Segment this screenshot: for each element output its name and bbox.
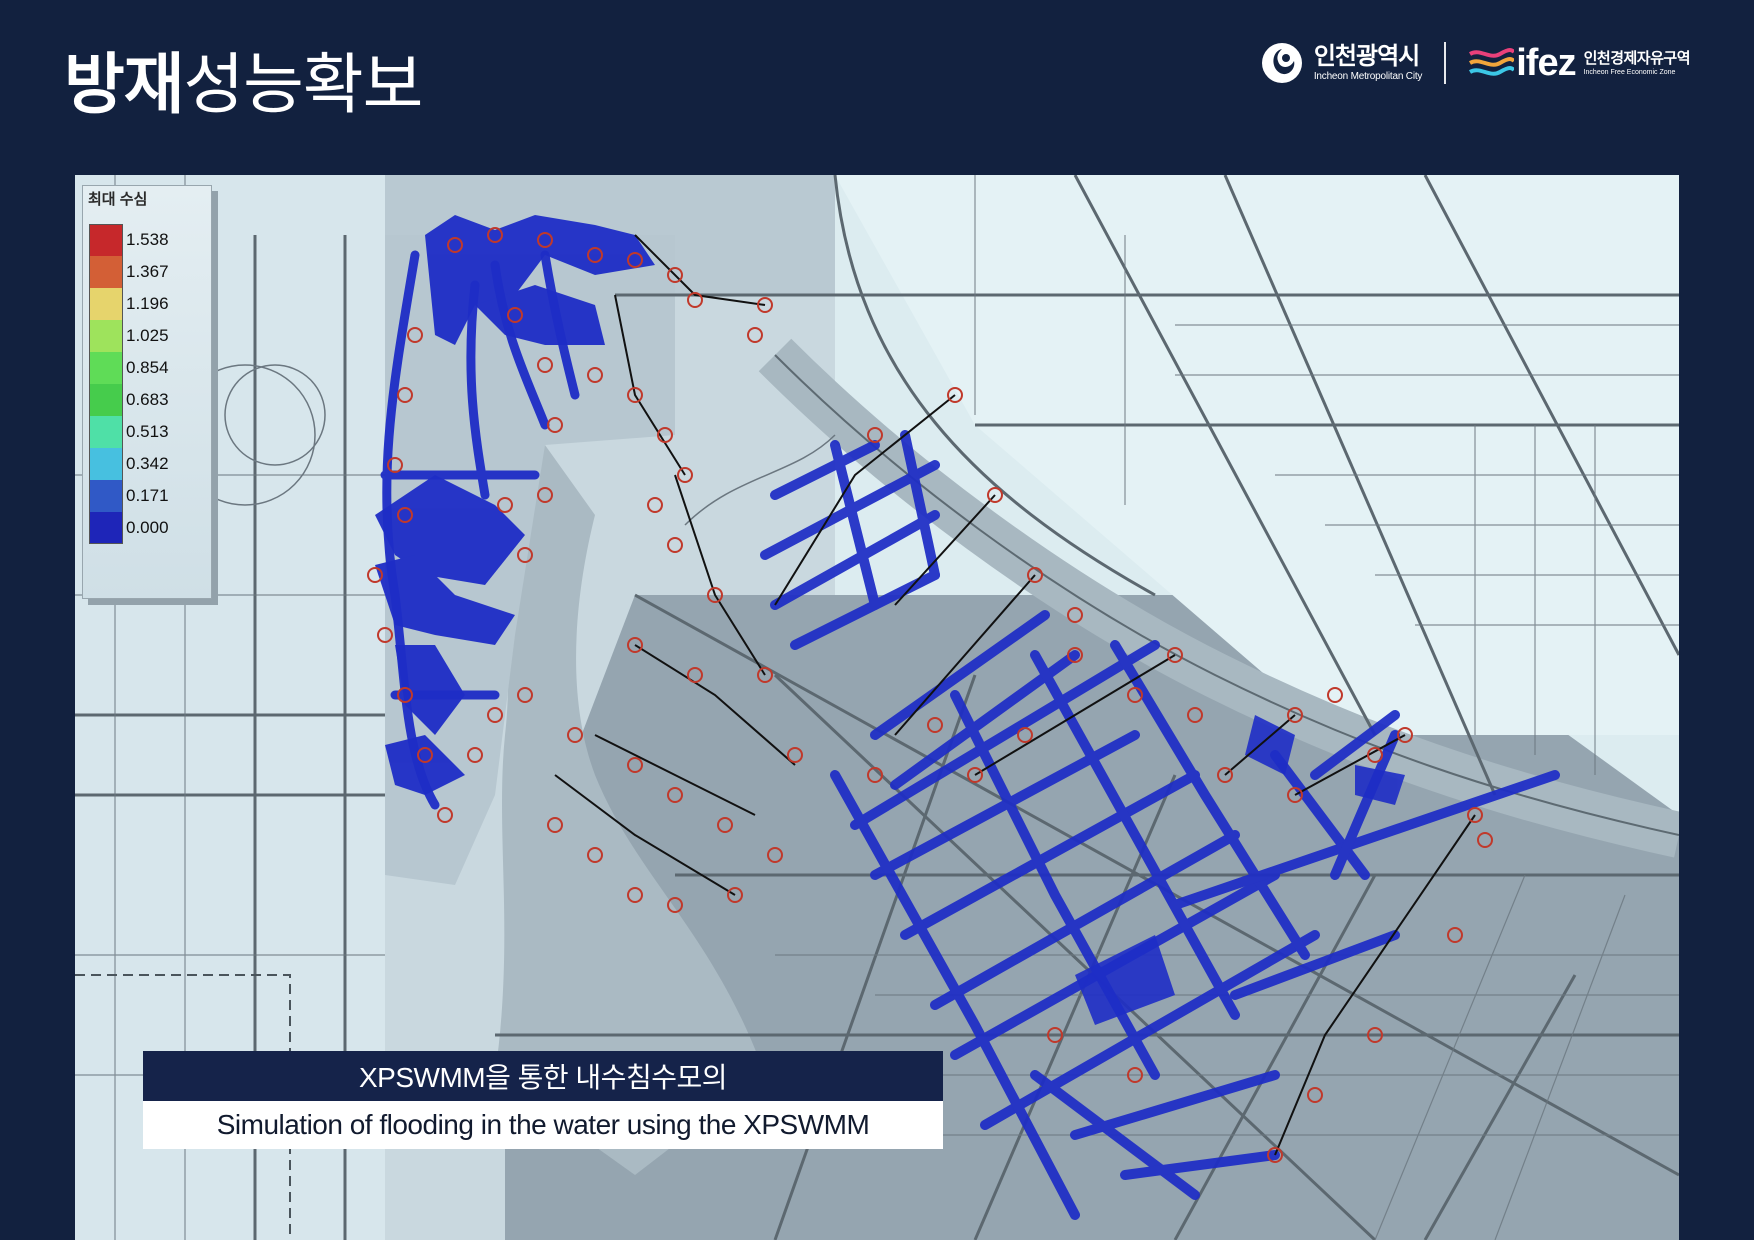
caption-english: Simulation of flooding in the water usin… (143, 1101, 943, 1149)
legend-item: 0.683 (89, 384, 169, 416)
legend-item: 0.000 (89, 512, 169, 544)
legend-value: 1.367 (126, 262, 169, 281)
legend-swatch (89, 512, 123, 544)
legend-item: 1.367 (89, 256, 169, 288)
header-logos: 인천광역시 Incheon Metropolitan City ifez 인천경… (1260, 38, 1691, 88)
incheon-name-en: Incheon Metropolitan City (1313, 70, 1423, 82)
ifez-wordmark: ifez (1516, 42, 1576, 84)
depth-legend: 최대 수심 1.538 1.367 1.196 1.025 0.854 0.68… (82, 185, 212, 599)
incheon-name-ko: 인천광역시 (1313, 42, 1420, 70)
legend-item: 1.538 (89, 224, 169, 256)
map-caption: XPSWMM을 통한 내수침수모의 Simulation of flooding… (143, 1051, 943, 1149)
legend-value: 0.683 (126, 390, 169, 409)
legend-title: 최대 수심 (88, 191, 148, 208)
legend-swatch (89, 256, 123, 288)
legend-value: 0.854 (126, 358, 169, 377)
caption-korean: XPSWMM을 통한 내수침수모의 (143, 1051, 943, 1101)
legend-value: 1.538 (126, 230, 169, 249)
ifez-logo: ifez 인천경제자유구역 Incheon Free Economic Zone (1468, 42, 1691, 84)
legend-item: 0.513 (89, 416, 169, 448)
legend-swatch (89, 384, 123, 416)
legend-value: 0.000 (126, 518, 169, 537)
ifez-name-ko: 인천경제자유구역 (1583, 49, 1691, 67)
flood-simulation-map: 최대 수심 1.538 1.367 1.196 1.025 0.854 0.68… (75, 175, 1679, 1240)
legend-value: 1.025 (126, 326, 169, 345)
legend-swatch (89, 320, 123, 352)
legend-value: 1.196 (126, 294, 169, 313)
legend-swatch (89, 288, 123, 320)
legend-value: 0.342 (126, 454, 169, 473)
legend-swatch (89, 352, 123, 384)
legend-item: 0.171 (89, 480, 169, 512)
legend-swatch (89, 480, 123, 512)
legend-item: 1.025 (89, 320, 169, 352)
legend-item: 1.196 (89, 288, 169, 320)
ifez-name-en: Incheon Free Economic Zone (1583, 68, 1676, 76)
legend-swatch (89, 448, 123, 480)
legend-item: 0.854 (89, 352, 169, 384)
logo-divider (1444, 42, 1447, 84)
incheon-emblem-icon (1261, 43, 1302, 83)
page-title: 방재성능확보 (64, 44, 423, 124)
incheon-logo: 인천광역시 Incheon Metropolitan City (1260, 41, 1422, 85)
page-title-bold: 방재 (64, 47, 184, 121)
legend-swatch (89, 224, 123, 256)
page-title-light: 성능확보 (183, 47, 423, 121)
legend-value: 0.171 (126, 486, 169, 505)
ifez-wave-icon (1469, 48, 1515, 76)
legend-item: 0.342 (89, 448, 169, 480)
legend-swatch (89, 416, 123, 448)
legend-value: 0.513 (126, 422, 169, 441)
